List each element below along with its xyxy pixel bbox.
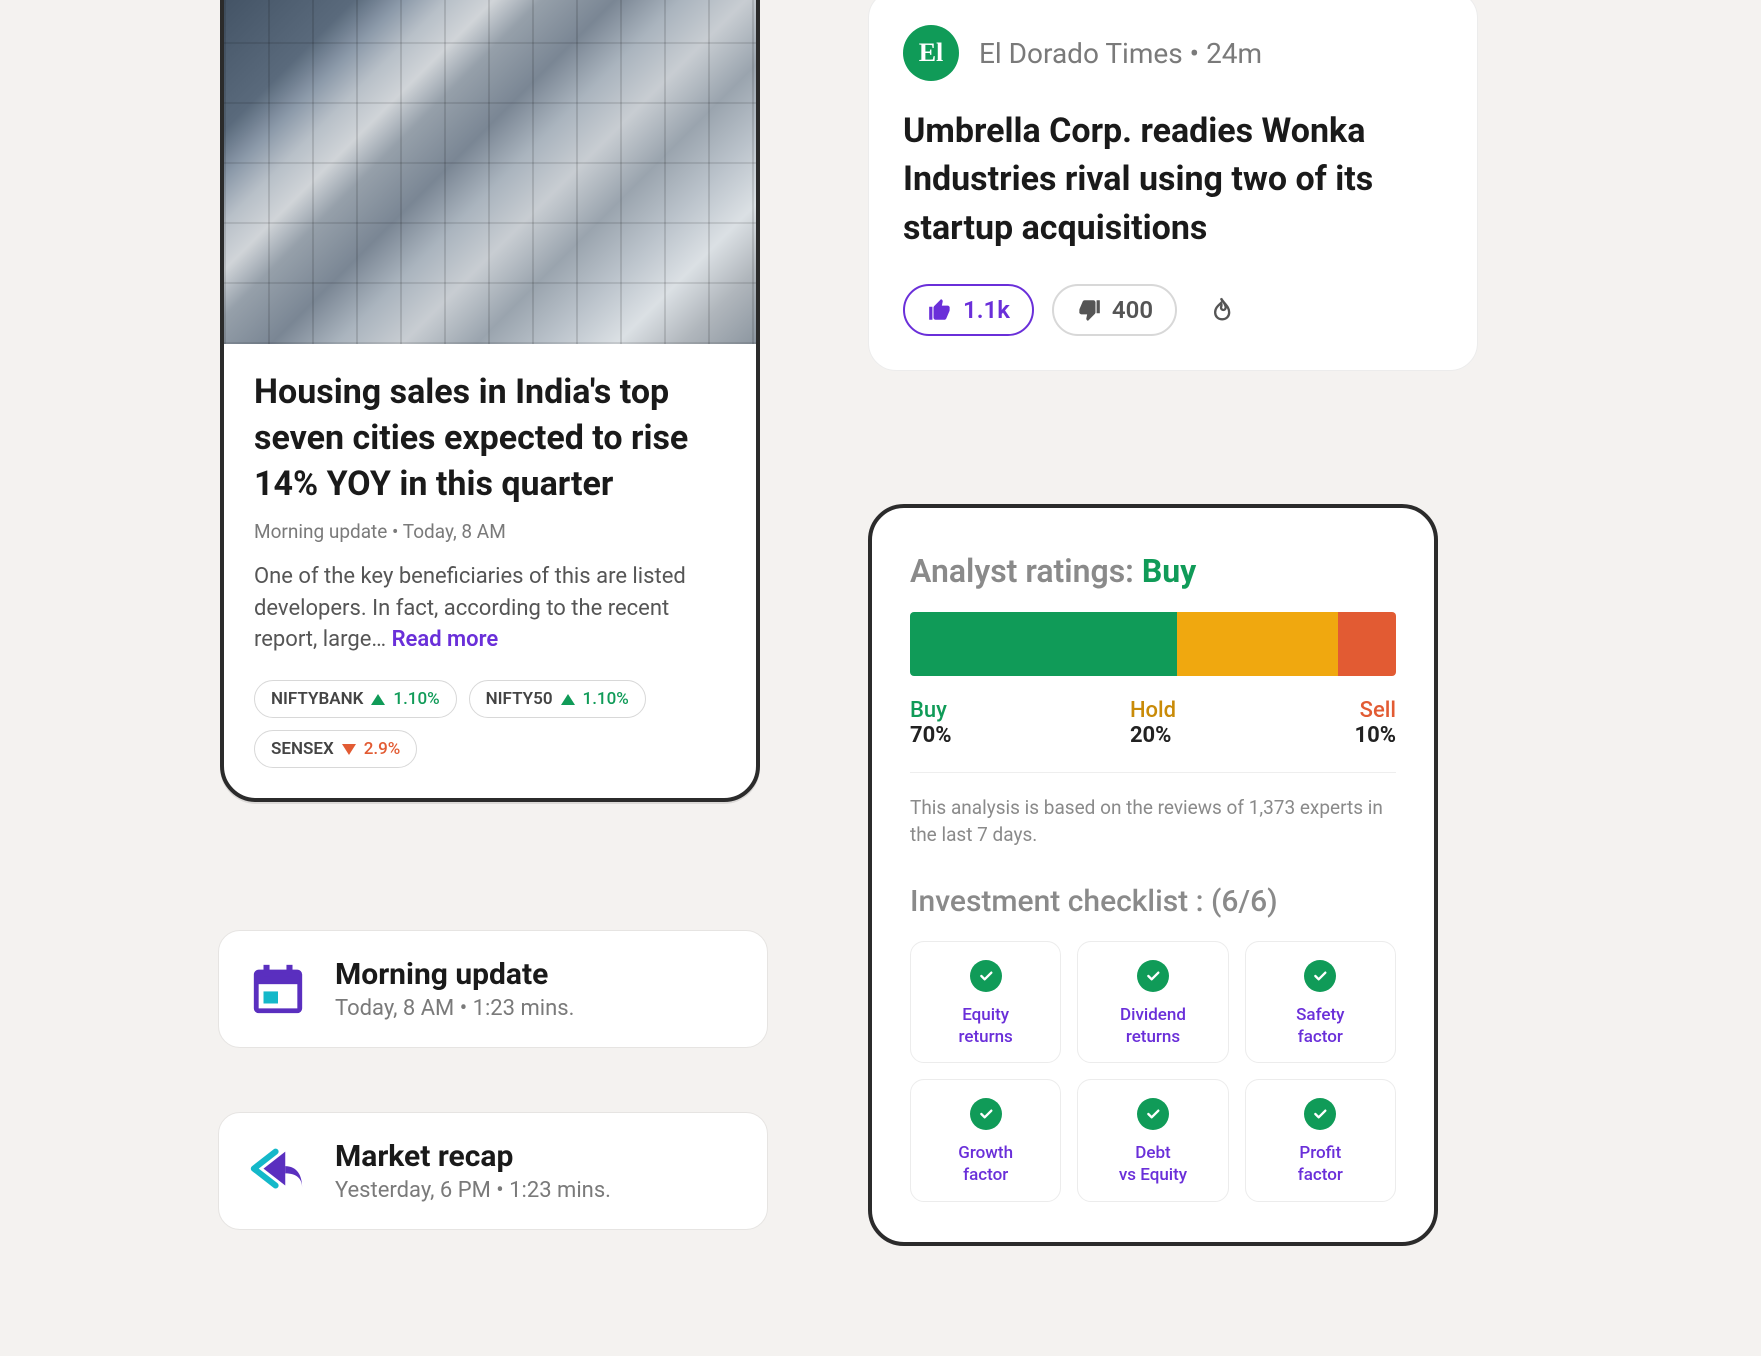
trending-button[interactable] [1195, 284, 1247, 336]
news-time: 24m [1206, 37, 1262, 70]
update-subtitle: Today, 8 AM • 1:23 mins. [335, 996, 574, 1021]
ticker-symbol: NIFTY50 [486, 689, 553, 709]
thumbs-down-icon [1076, 297, 1102, 323]
legend-buy-label: Buy [910, 698, 952, 723]
flame-icon [1207, 296, 1235, 324]
check-circle-icon [1304, 1098, 1336, 1130]
update-subtitle: Yesterday, 6 PM • 1:23 mins. [335, 1178, 611, 1203]
morning-update-card[interactable]: Morning update Today, 8 AM • 1:23 mins. [218, 930, 768, 1048]
rating-segment-buy [910, 612, 1177, 676]
ticker-pct: 1.10% [393, 689, 439, 709]
legend-buy-value: 70% [910, 723, 952, 748]
like-count: 1.1k [963, 296, 1010, 324]
up-arrow-icon [561, 694, 575, 705]
checklist-item[interactable]: Debtvs Equity [1077, 1079, 1228, 1201]
ticker-pill-sensex[interactable]: SENSEX 2.9% [254, 730, 417, 768]
analyst-title: Analyst ratings: Buy [910, 552, 1396, 590]
news-source-line: El Dorado Times • 24m [979, 37, 1262, 70]
checklist-label: Growthfactor [921, 1142, 1050, 1186]
thumbs-up-icon [927, 297, 953, 323]
analyst-note: This analysis is based on the reviews of… [910, 772, 1396, 848]
like-button[interactable]: 1.1k [903, 284, 1034, 336]
ticker-row: NIFTYBANK 1.10% NIFTY50 1.10% SENSEX 2.9… [254, 680, 726, 768]
check-circle-icon [1137, 1098, 1169, 1130]
article-excerpt: One of the key beneficiaries of this are… [254, 561, 726, 657]
ticker-pill-niftybank[interactable]: NIFTYBANK 1.10% [254, 680, 457, 718]
reply-arrow-icon [249, 1142, 307, 1200]
checklist-label: Safetyfactor [1256, 1004, 1385, 1048]
ticker-pct: 1.10% [583, 689, 629, 709]
ticker-pct: 2.9% [364, 739, 401, 759]
news-headline: Umbrella Corp. readies Wonka Industries … [903, 107, 1443, 252]
checklist-item[interactable]: Profitfactor [1245, 1079, 1396, 1201]
calendar-icon [249, 960, 307, 1018]
analyst-title-prefix: Analyst ratings: [910, 552, 1142, 590]
rating-legend: Buy 70% Hold 20% Sell 10% [910, 698, 1396, 748]
checklist-label: Dividendreturns [1088, 1004, 1217, 1048]
ticker-symbol: NIFTYBANK [271, 689, 363, 709]
legend-hold-label: Hold [1130, 698, 1176, 723]
source-logo-icon: El [903, 25, 959, 81]
legend-sell-value: 10% [1354, 723, 1396, 748]
ticker-symbol: SENSEX [271, 739, 334, 759]
legend-sell-label: Sell [1354, 698, 1396, 723]
article-hero-image [224, 0, 756, 344]
article-title: Housing sales in India's top seven citie… [254, 370, 726, 508]
up-arrow-icon [371, 694, 385, 705]
rating-segment-hold [1177, 612, 1337, 676]
checklist-item[interactable]: Equityreturns [910, 941, 1061, 1063]
update-title: Market recap [335, 1139, 611, 1174]
check-circle-icon [1304, 960, 1336, 992]
checklist-title: Investment checklist : (6/6) [910, 884, 1396, 919]
housing-article-card[interactable]: Housing sales in India's top seven citie… [220, 0, 760, 802]
checklist-label: Debtvs Equity [1088, 1142, 1217, 1186]
checklist-item[interactable]: Growthfactor [910, 1079, 1061, 1201]
check-circle-icon [1137, 960, 1169, 992]
checklist-label: Profitfactor [1256, 1142, 1385, 1186]
dislike-count: 400 [1112, 296, 1153, 324]
check-circle-icon [970, 960, 1002, 992]
down-arrow-icon [342, 744, 356, 755]
analyst-title-value: Buy [1142, 552, 1196, 590]
market-recap-card[interactable]: Market recap Yesterday, 6 PM • 1:23 mins… [218, 1112, 768, 1230]
dislike-button[interactable]: 400 [1052, 284, 1177, 336]
rating-bar-chart [910, 612, 1396, 676]
ticker-pill-nifty50[interactable]: NIFTY50 1.10% [469, 680, 646, 718]
legend-hold-value: 20% [1130, 723, 1176, 748]
check-circle-icon [970, 1098, 1002, 1130]
rating-segment-sell [1338, 612, 1396, 676]
update-title: Morning update [335, 957, 574, 992]
analyst-ratings-card: Analyst ratings: Buy Buy 70% Hold 20% Se… [868, 504, 1438, 1246]
checklist-item[interactable]: Dividendreturns [1077, 941, 1228, 1063]
article-meta: Morning update • Today, 8 AM [254, 520, 726, 543]
news-source-name: El Dorado Times [979, 37, 1183, 70]
checklist-item[interactable]: Safetyfactor [1245, 941, 1396, 1063]
checklist-label: Equityreturns [921, 1004, 1050, 1048]
read-more-link[interactable]: Read more [392, 627, 499, 652]
news-article-card[interactable]: El El Dorado Times • 24m Umbrella Corp. … [868, 0, 1478, 371]
checklist-grid: Equityreturns Dividendreturns Safetyfact… [910, 941, 1396, 1201]
